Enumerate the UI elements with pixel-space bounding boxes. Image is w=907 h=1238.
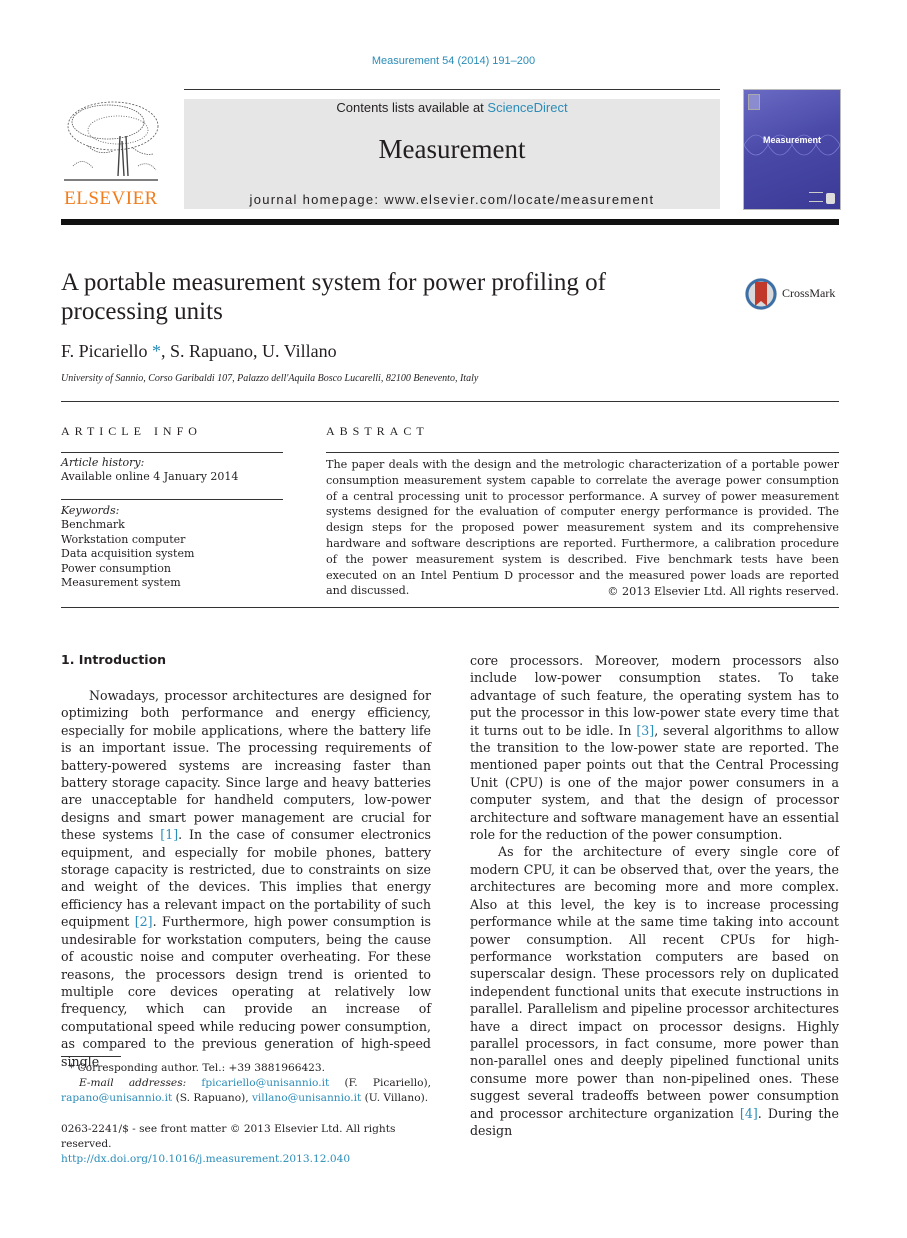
keyword-item: Workstation computer [61,532,186,546]
crossmark-icon [745,278,777,310]
author-separator: , [161,341,171,361]
keyword-item: Power consumption [61,561,171,575]
email-owner: (U. Villano). [361,1092,429,1104]
corresponding-author-note: * Corresponding author. Tel.: +39 388196… [69,1062,326,1074]
text-run: , several algorithms to allow the transi… [470,722,839,843]
elsevier-tree-icon [64,101,159,181]
divider [61,401,839,402]
keyword-item: Benchmark [61,518,125,531]
keywords-list: Benchmark Workstation computer Data acqu… [61,518,194,591]
email-link[interactable]: fpicariello@unisannio.it [201,1077,329,1089]
author-name[interactable]: S. Rapuano [170,341,253,361]
body-column-right: core processors. Moreover, modern proces… [470,652,839,1139]
journal-reference-link[interactable]: Measurement 54 (2014) 191–200 [0,55,907,67]
keyword-item: Data acquisition system [61,547,195,560]
divider [61,452,283,453]
citation-link[interactable]: [2] [135,914,153,929]
email-owner: (F. Picariello), [329,1077,432,1089]
corresponding-author-mark[interactable]: * [152,341,161,361]
email-label: E-mail addresses: [79,1077,187,1089]
author-list: F. Picariello *, S. Rapuano, U. Villano [61,341,337,362]
elsevier-wordmark: ELSEVIER [64,188,158,209]
contents-prefix: Contents lists available at [336,100,488,115]
body-column-left: Nowadays, processor architectures are de… [61,687,431,1070]
divider [326,452,839,453]
article-history-value: Available online 4 January 2014 [61,470,239,483]
journal-cover-image[interactable]: Measurement [743,89,841,210]
journal-homepage[interactable]: journal homepage: www.elsevier.com/locat… [184,192,720,207]
sciencedirect-link[interactable]: ScienceDirect [487,100,567,115]
footnote: * Corresponding author. Tel.: +39 388196… [61,1061,431,1106]
text-run: Nowadays, processor architectures are de… [61,688,431,843]
crossmark-button[interactable]: CrossMark [744,276,854,312]
citation-link[interactable]: [1] [160,827,178,842]
cover-logo-icon [748,94,760,110]
elsevier-logo[interactable]: ELSEVIER [58,96,164,210]
citation-link[interactable]: [3] [636,723,654,738]
doi-link[interactable]: http://dx.doi.org/10.1016/j.measurement.… [61,1152,431,1167]
article-title: A portable measurement system for power … [61,269,606,325]
affiliation: University of Sannio, Corso Garibaldi 10… [61,373,479,384]
paragraph: core processors. Moreover, modern proces… [470,652,839,843]
header-thick-rule [61,219,839,225]
cover-wave-icon [744,134,840,156]
abstract-heading: ABSTRACT [326,424,429,438]
cover-title: Measurement [762,135,822,145]
email-link[interactable]: villano@unisannio.it [252,1092,361,1104]
cover-badge-icon [826,193,835,204]
divider [61,499,283,500]
email-line: E-mail addresses: fpicariello@unisannio.… [61,1076,431,1106]
email-link[interactable]: rapano@unisannio.it [61,1092,172,1104]
header-top-rule [184,89,720,90]
footnote-rule [61,1056,121,1057]
abstract-copyright: © 2013 Elsevier Ltd. All rights reserved… [607,585,839,598]
keywords-label: Keywords: [61,504,120,517]
contents-line: Contents lists available at ScienceDirec… [184,100,720,115]
author-name[interactable]: U. Villano [262,341,337,361]
paragraph: As for the architecture of every single … [470,843,839,1139]
abstract-text: The paper deals with the design and the … [326,458,839,598]
email-owner: (S. Rapuano), [172,1092,252,1104]
article-info-heading: ARTICLE INFO [61,424,202,438]
section-heading-introduction: 1. Introduction [61,652,167,667]
issn-block: 0263-2241/$ - see front matter © 2013 El… [61,1122,431,1167]
text-run: . Furthermore, high power consumption is… [61,914,431,1069]
crossmark-label: CrossMark [782,286,836,300]
divider [61,607,839,608]
article-history-label: Article history: [61,456,145,469]
citation-link[interactable]: [4] [740,1106,758,1121]
keyword-item: Measurement system [61,576,181,589]
cover-text-lines [809,192,823,202]
author-separator: , [253,341,263,361]
author-name[interactable]: F. Picariello [61,341,148,361]
text-run: As for the architecture of every single … [470,844,839,1121]
journal-name: Measurement [378,134,526,164]
paragraph: Nowadays, processor architectures are de… [61,687,431,1070]
issn-line: 0263-2241/$ - see front matter © 2013 El… [61,1123,396,1150]
